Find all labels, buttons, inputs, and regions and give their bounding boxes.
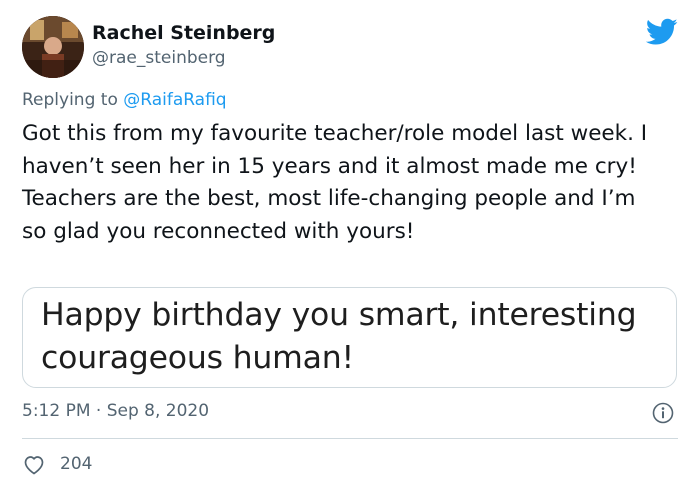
quoted-card[interactable]: Happy birthday you smart, interesting co… [22, 287, 677, 388]
twitter-bird-icon[interactable] [646, 18, 678, 46]
card-text: Happy birthday you smart, interesting co… [41, 297, 637, 376]
author-name[interactable]: Rachel Steinberg [92, 22, 275, 44]
like-count: 204 [60, 454, 93, 474]
heart-icon[interactable] [22, 453, 46, 475]
reply-mention-link[interactable]: @RaifaRafiq [123, 90, 226, 110]
tweet-text: Got this from my favourite teacher/role … [22, 121, 648, 244]
tweet-timestamp[interactable]: 5:12 PM · Sep 8, 2020 [22, 401, 209, 421]
author-handle[interactable]: @rae_steinberg [92, 48, 226, 68]
like-action[interactable]: 204 [22, 453, 92, 475]
avatar-image [22, 16, 84, 78]
divider [22, 438, 678, 439]
info-icon[interactable] [652, 402, 674, 424]
reply-prefix: Replying to [22, 90, 124, 110]
reply-context: Replying to @RaifaRafiq [22, 90, 227, 110]
avatar[interactable] [22, 16, 84, 78]
